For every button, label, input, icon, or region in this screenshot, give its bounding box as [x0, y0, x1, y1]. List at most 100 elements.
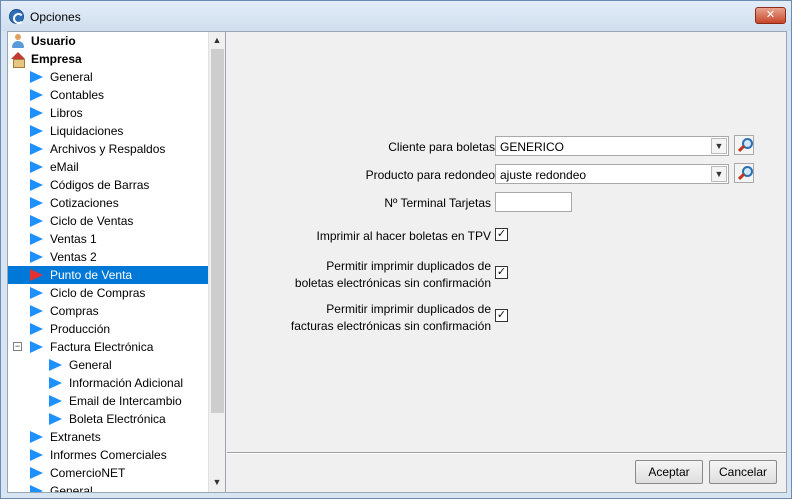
cliente-select[interactable]: GENERICO ▼	[495, 136, 729, 156]
tree-item-label: Usuario	[31, 34, 76, 48]
terminal-label: Nº Terminal Tarjetas	[384, 196, 491, 210]
close-button[interactable]: ✕	[755, 7, 786, 24]
dup-boletas-label-line2: boletas electrónicas sin confirmación	[294, 276, 491, 290]
tree-item-label: Empresa	[31, 52, 82, 66]
tree-item[interactable]: Ciclo de Ventas	[8, 212, 208, 230]
tree-item[interactable]: ComercioNET	[8, 464, 208, 482]
terminal-input[interactable]	[495, 192, 572, 212]
arrow-right-icon	[30, 431, 43, 443]
options-window: Opciones ✕ Usuario Empresa General Contable…	[0, 0, 792, 499]
tree-item-label: Compras	[50, 304, 99, 318]
tree-item[interactable]: Ventas 2	[8, 248, 208, 266]
tree-item[interactable]: General	[8, 482, 208, 492]
producto-value: ajuste redondeo	[500, 168, 587, 182]
arrow-right-icon	[30, 323, 43, 335]
producto-label: Producto para redondeo	[365, 168, 495, 182]
tree-item[interactable]: General	[8, 356, 208, 374]
search-icon[interactable]	[734, 135, 754, 155]
dup-facturas-label-line1: Permitir imprimir duplicados de	[326, 302, 491, 316]
tree-item[interactable]: Producción	[8, 320, 208, 338]
arrow-right-icon	[30, 161, 43, 173]
arrow-right-icon	[30, 485, 43, 492]
tree-item-label: Email de Intercambio	[69, 394, 182, 408]
tree-item[interactable]: Ventas 1	[8, 230, 208, 248]
arrow-right-icon	[30, 215, 43, 227]
tree-item[interactable]: Punto de Venta	[8, 266, 208, 284]
tree-item-label: Libros	[50, 106, 83, 120]
tree-item[interactable]: Ciclo de Compras	[8, 284, 208, 302]
arrow-right-icon	[30, 467, 43, 479]
tree-item-label: ComercioNET	[50, 466, 126, 480]
scroll-up-icon[interactable]: ▲	[209, 32, 225, 48]
arrow-right-icon	[30, 143, 43, 155]
arrow-right-icon	[30, 71, 43, 83]
dup-boletas-checkbox[interactable]: ✓	[495, 266, 508, 279]
tree-item-label: Extranets	[50, 430, 101, 444]
tree-item[interactable]: Cotizaciones	[8, 194, 208, 212]
arrow-right-icon	[49, 395, 62, 407]
arrow-right-icon	[30, 449, 43, 461]
arrow-right-icon	[30, 233, 43, 245]
tree-item-label: Información Adicional	[69, 376, 184, 390]
tree-item-label: Ciclo de Compras	[50, 286, 146, 300]
accept-button[interactable]: Aceptar	[635, 460, 703, 484]
tree-item-label: General	[50, 70, 93, 84]
tree-item-label: General	[69, 358, 112, 372]
chevron-down-icon[interactable]: ▼	[711, 166, 727, 182]
arrow-right-icon	[49, 359, 62, 371]
scroll-thumb[interactable]	[211, 49, 224, 413]
options-tree: Usuario Empresa General Contables Libros Liqu…	[8, 32, 226, 492]
tree-item[interactable]: Boleta Electrónica	[8, 410, 208, 428]
cliente-value: GENERICO	[500, 140, 565, 154]
tree-item-label: Códigos de Barras	[50, 178, 150, 192]
tree-item[interactable]: Libros	[8, 104, 208, 122]
app-logo-icon	[9, 9, 24, 24]
tree-scrollbar[interactable]: ▲ ▼	[208, 32, 225, 492]
arrow-right-icon	[30, 287, 43, 299]
tree-item-label: Cotizaciones	[50, 196, 119, 210]
tree-item[interactable]: Informes Comerciales	[8, 446, 208, 464]
tree-item[interactable]: Archivos y Respaldos	[8, 140, 208, 158]
dup-facturas-label-line2: facturas electrónicas sin confirmación	[290, 319, 491, 333]
tree-item-label: Ciclo de Ventas	[50, 214, 134, 228]
settings-panel: Cliente para boletas GENERICO ▼ Producto…	[227, 32, 786, 452]
tree-item[interactable]: Extranets	[8, 428, 208, 446]
cancel-button[interactable]: Cancelar	[709, 460, 777, 484]
cliente-label: Cliente para boletas	[388, 140, 495, 154]
dup-facturas-checkbox[interactable]: ✓	[495, 309, 508, 322]
scroll-down-icon[interactable]: ▼	[209, 474, 225, 490]
dup-boletas-label-line1: Permitir imprimir duplicados de	[326, 259, 491, 273]
tree-item[interactable]: Liquidaciones	[8, 122, 208, 140]
tree-item[interactable]: eMail	[8, 158, 208, 176]
tree-item[interactable]: Información Adicional	[8, 374, 208, 392]
tree-item[interactable]: Códigos de Barras	[8, 176, 208, 194]
arrow-right-icon	[30, 197, 43, 209]
chevron-down-icon[interactable]: ▼	[711, 138, 727, 154]
tree-item-label: Ventas 2	[50, 250, 97, 264]
arrow-right-icon	[30, 89, 43, 101]
tree-item[interactable]: Usuario	[8, 32, 208, 50]
arrow-right-icon	[30, 125, 43, 137]
window-title: Opciones	[30, 10, 81, 24]
arrow-right-icon	[49, 377, 62, 389]
footer-divider	[227, 452, 786, 454]
tree-item[interactable]: Compras	[8, 302, 208, 320]
tree-item[interactable]: Empresa	[8, 50, 208, 68]
arrow-right-icon	[30, 341, 43, 353]
tree-item[interactable]: Email de Intercambio	[8, 392, 208, 410]
title-bar[interactable]: Opciones ✕	[1, 1, 791, 31]
tree-item-label: Informes Comerciales	[50, 448, 167, 462]
tree-item[interactable]: Contables	[8, 86, 208, 104]
tree-item-label: Factura Electrónica	[50, 340, 154, 354]
arrow-right-icon	[30, 269, 43, 281]
arrow-right-icon	[30, 305, 43, 317]
search-icon[interactable]	[734, 163, 754, 183]
producto-select[interactable]: ajuste redondeo ▼	[495, 164, 729, 184]
tree-item[interactable]: General	[8, 68, 208, 86]
tree-item-label: Liquidaciones	[50, 124, 124, 138]
dialog-body: Usuario Empresa General Contables Libros Liqu…	[7, 31, 787, 493]
imprimir-tpv-checkbox[interactable]: ✓	[495, 228, 508, 241]
tree-item[interactable]: − Factura Electrónica	[8, 338, 208, 356]
arrow-right-icon	[49, 413, 62, 425]
collapse-icon[interactable]: −	[13, 342, 22, 351]
